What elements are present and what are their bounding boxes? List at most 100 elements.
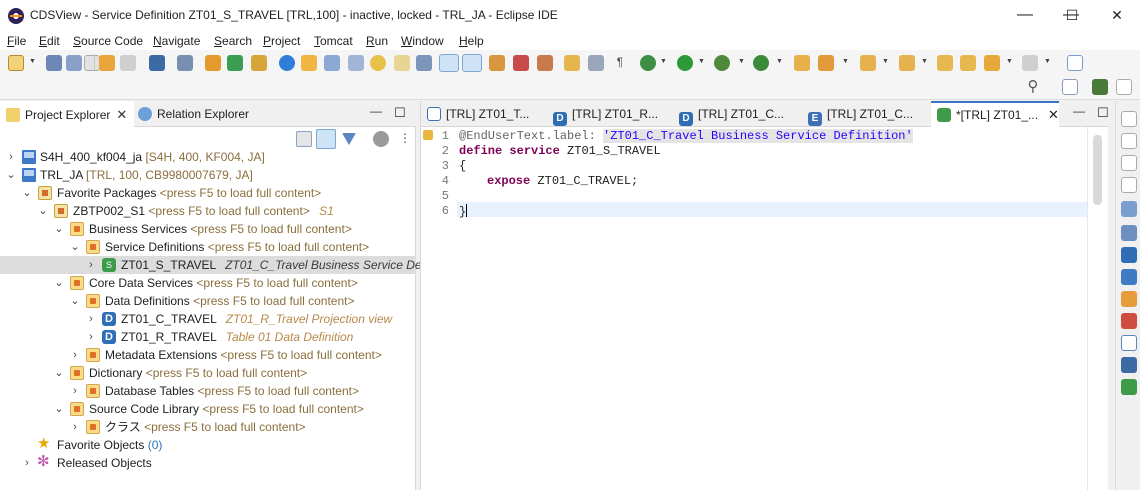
tree-item[interactable]: ⌄ Service Definitions <press F5 to load … [0,238,416,256]
close-icon[interactable]: ✕ [116,107,127,122]
minimize-editor-button[interactable]: — [1073,104,1085,118]
menu-search[interactable]: Search [214,34,252,48]
activate-all-icon[interactable] [301,55,317,71]
perspective-debug-icon[interactable] [1116,79,1132,95]
chevron-down-icon[interactable]: ▼ [842,58,849,65]
task-icon[interactable] [564,55,580,71]
perspective-java-icon[interactable] [1062,79,1078,95]
menu-run[interactable]: Run [366,34,388,48]
tree-item[interactable]: › Database Tables <press F5 to load full… [0,382,416,400]
remove-breakpoints-icon[interactable] [537,55,553,71]
editor-tab-active[interactable]: *[TRL] ZT01_... ✕ [931,101,1059,127]
debug-bug-icon[interactable] [640,55,656,71]
chevron-down-icon[interactable]: ▼ [660,58,667,65]
view-menu-icon[interactable]: ⋮ [397,131,413,147]
tree-item[interactable]: ⌄ Source Code Library <press F5 to load … [0,400,416,418]
minimize-button[interactable]: — [1002,0,1048,32]
transport-icon[interactable] [348,55,364,71]
chevron-down-icon[interactable]: ⌄ [54,364,64,382]
previous-annotation-icon[interactable] [899,55,915,71]
chevron-down-icon[interactable]: ⌄ [54,274,64,292]
search-object-icon[interactable] [177,55,193,71]
show-whitespace-icon[interactable]: ¶ [612,55,628,71]
chevron-right-icon[interactable]: › [70,418,80,436]
tree-item[interactable]: › S4H_400_kf004_ja [S4H, 400, KF004, JA] [0,148,416,166]
link-editor-toggle-icon[interactable] [439,54,459,72]
maximize-button[interactable]: ☐ [1049,0,1095,32]
open-folder-icon[interactable] [794,55,810,71]
chevron-down-icon[interactable]: ⌄ [38,202,48,220]
vertical-scrollbar[interactable] [1087,127,1108,490]
chevron-down-icon[interactable]: ▼ [776,58,783,65]
open-perspective-icon[interactable] [1067,55,1083,71]
collapse-all-icon[interactable] [296,131,312,147]
search-icon[interactable]: ⚲ [1025,79,1041,95]
forward-icon[interactable] [1022,55,1038,71]
pin-icon[interactable] [818,55,834,71]
code-line[interactable]: expose ZT01_C_TRAVEL; [487,174,638,189]
maximize-view-button[interactable]: ☐ [394,105,406,121]
chevron-down-icon[interactable]: ▼ [882,58,889,65]
next-annotation-icon[interactable] [860,55,876,71]
chevron-right-icon[interactable]: › [86,328,96,346]
menu-tomcat[interactable]: Tomcat [314,34,353,48]
tree-item[interactable]: ★ Favorite Objects (0) [0,436,416,454]
outline-icon[interactable] [1121,111,1137,127]
minimize-view-button[interactable]: — [370,104,382,118]
chevron-right-icon[interactable]: › [86,310,96,328]
menu-edit[interactable]: Edit [39,34,60,48]
debug-icon[interactable] [324,55,340,71]
bookmarks-icon[interactable] [1121,247,1137,263]
transport-organizer-icon[interactable] [1121,225,1137,241]
activate-icon[interactable] [279,55,295,71]
menu-navigate[interactable]: Navigate [153,34,200,48]
chevron-right-icon[interactable]: › [22,454,32,472]
coverage-icon[interactable] [714,55,730,71]
link-icon[interactable] [416,55,432,71]
menu-help[interactable]: Help [459,34,484,48]
chevron-right-icon[interactable]: › [70,382,80,400]
tree-item[interactable]: ⌄ TRL_JA [TRL, 100, CB9980007679, JA] [0,166,416,184]
tool-icon[interactable] [489,55,505,71]
perspective-abap-icon[interactable] [1092,79,1108,95]
chevron-down-icon[interactable]: ⌄ [22,184,32,202]
redo-icon[interactable] [120,55,136,71]
tree-item-selected[interactable]: › S ZT01_S_TRAVEL ZT01_C_Travel Business… [0,256,456,274]
team-icon[interactable] [373,131,389,147]
console-icon[interactable] [1121,335,1137,351]
tree-item[interactable]: ⌄ Business Services <press F5 to load fu… [0,220,416,238]
code-line[interactable]: define service ZT01_S_TRAVEL [459,144,661,159]
chevron-down-icon[interactable]: ⌄ [54,220,64,238]
forward-edit-icon[interactable] [960,55,976,71]
undo-icon[interactable] [99,55,115,71]
chevron-down-icon[interactable]: ⌄ [70,292,80,310]
tree-item[interactable]: › Metadata Extensions <press F5 to load … [0,346,416,364]
tree-item[interactable]: › D ZT01_C_TRAVEL ZT01_R_Travel Projecti… [0,310,416,328]
close-window-button[interactable]: ✕ [1094,0,1140,32]
chevron-right-icon[interactable]: › [70,346,80,364]
open-abap-icon[interactable] [205,55,221,71]
print-icon[interactable] [84,55,100,71]
chevron-down-icon[interactable]: ▼ [698,58,705,65]
chevron-down-icon[interactable]: ▼ [738,58,745,65]
tree-item[interactable]: ⌄ Core Data Services <press F5 to load f… [0,274,416,292]
run-icon[interactable] [677,55,693,71]
menu-window[interactable]: Window [401,34,444,48]
editor-tab[interactable]: E [TRL] ZT01_C... [808,101,928,127]
chevron-right-icon[interactable]: › [86,256,96,274]
chevron-down-icon[interactable]: ▼ [29,58,36,65]
tree-item[interactable]: › D ZT01_R_TRAVEL Table 01 Data Definiti… [0,328,416,346]
last-edit-icon[interactable] [937,55,953,71]
editor-tab[interactable]: D [TRL] ZT01_R... [553,101,673,127]
tree-item[interactable]: ⌄ Favorite Packages <press F5 to load fu… [0,184,416,202]
code-line[interactable]: } [459,204,468,219]
new-icon[interactable] [8,55,24,71]
tab-relation-explorer[interactable]: Relation Explorer [138,101,268,127]
git-icon[interactable] [1121,379,1137,395]
skip-breakpoints-icon[interactable] [513,55,529,71]
code-line[interactable]: @EndUserText.label: 'ZT01_C_Travel Busin… [459,129,913,144]
template-icon[interactable] [394,55,410,71]
tasks-icon[interactable] [1121,133,1137,149]
editor-tab[interactable]: [TRL] ZT01_T... [427,101,547,127]
chevron-down-icon[interactable]: ▼ [921,58,928,65]
